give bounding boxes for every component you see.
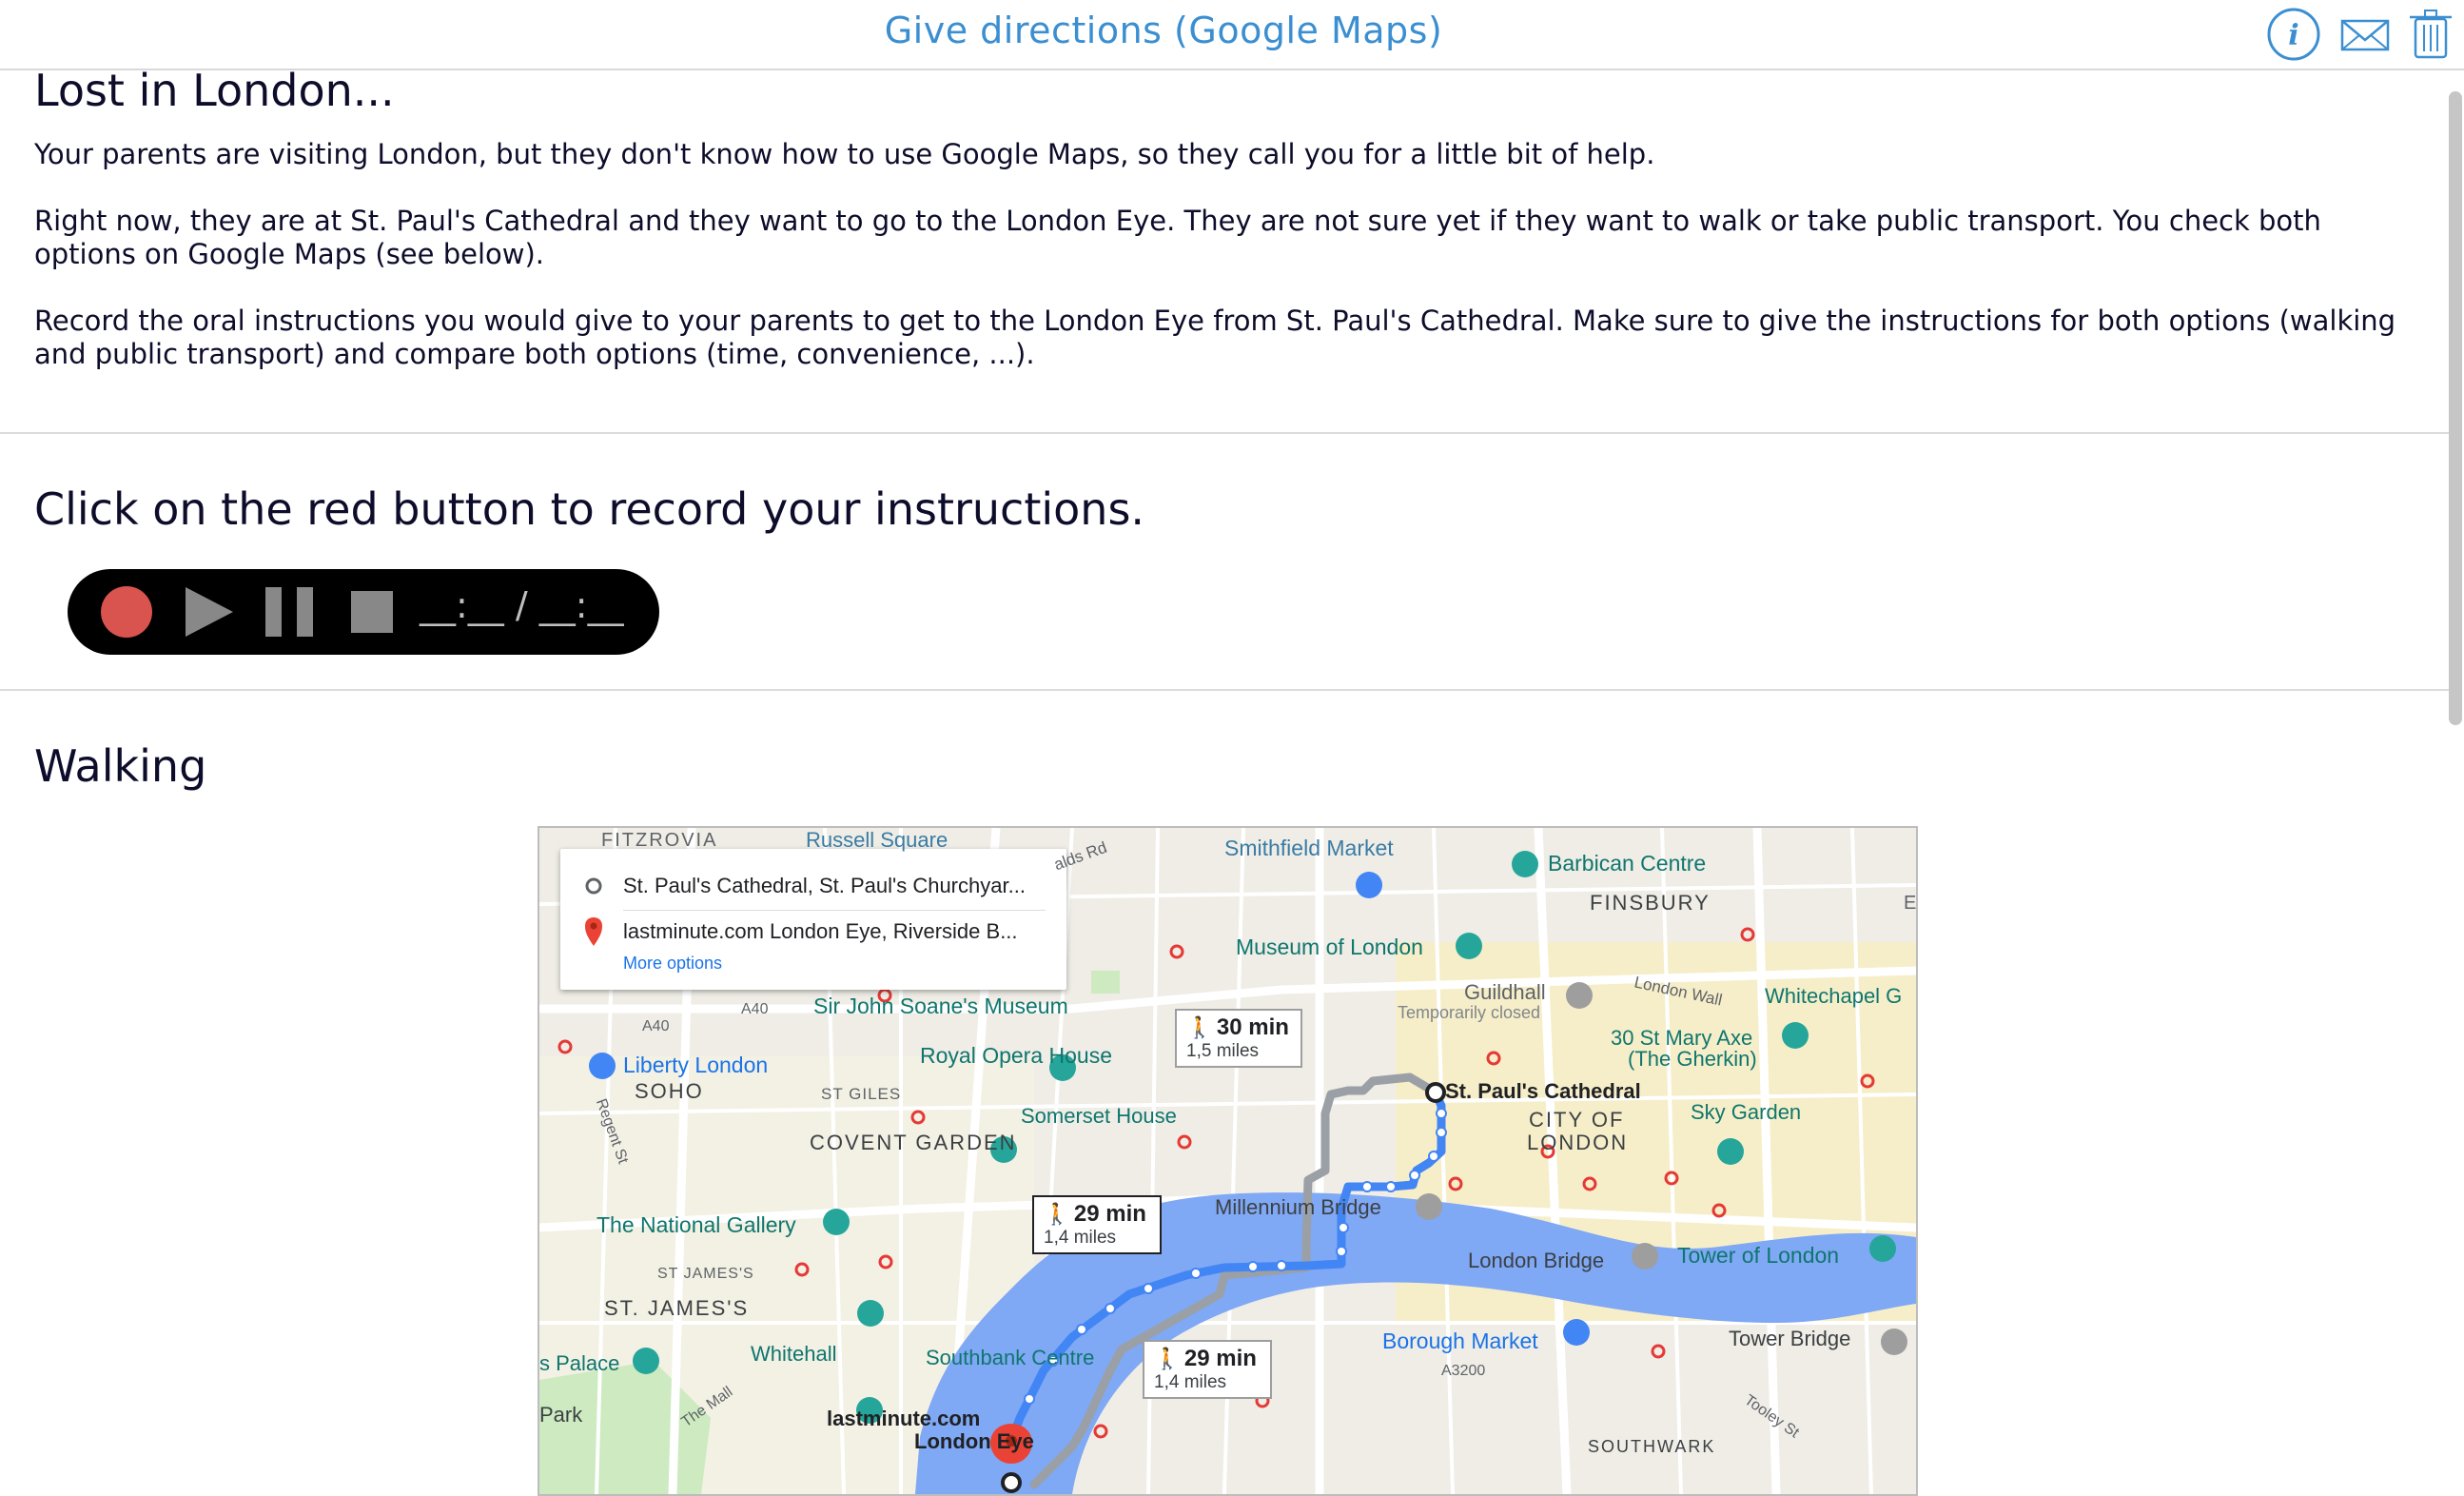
map-label: SOHO [635, 1079, 704, 1103]
route-time: 29 min [1073, 1201, 1146, 1227]
play-icon[interactable] [182, 585, 235, 639]
info-icon[interactable]: i [2265, 6, 2322, 63]
map-label: A40 [741, 1001, 769, 1017]
destination-pin-icon [585, 917, 602, 946]
map-label: Royal Opera House [920, 1043, 1112, 1068]
map-label: Whitechapel G [1765, 984, 1903, 1008]
map-label: ST. JAMES'S [604, 1296, 750, 1320]
divider [0, 689, 2454, 691]
intro-paragraph-1: Your parents are visiting London, but th… [34, 138, 1655, 171]
mail-icon[interactable] [2337, 6, 2394, 63]
walk-icon: 🚶 [1154, 1347, 1181, 1370]
route-time: 30 min [1216, 1014, 1289, 1040]
walk-icon: 🚶 [1044, 1202, 1070, 1226]
audio-recorder: __:__ / __:__ [68, 569, 659, 655]
intro-section: Lost in London... Your parents are visit… [34, 65, 2413, 371]
intro-title: Lost in London... [34, 65, 395, 116]
route-callout[interactable]: 🚶 29 min 1,4 miles [1143, 1340, 1272, 1399]
map-label: Southbank Centre [926, 1346, 1095, 1369]
route-distance: 1,5 miles [1186, 1041, 1260, 1061]
directions-panel: St. Paul's Cathedral, St. Paul's Churchy… [560, 849, 1066, 990]
more-options-link[interactable]: More options [623, 954, 722, 974]
map-label: Sky Garden [1691, 1100, 1802, 1124]
intro-paragraph-2: Right now, they are at St. Paul's Cathed… [34, 205, 2321, 271]
stop-icon[interactable] [351, 591, 393, 633]
map-label: ST GILES [821, 1085, 902, 1103]
map-label: FITZROVIA [601, 830, 718, 851]
map-label: (The Gherkin) [1628, 1047, 1757, 1071]
map-label: The National Gallery [596, 1212, 796, 1237]
map-label: Park [539, 1403, 583, 1427]
route-callout[interactable]: 🚶 29 min 1,4 miles [1032, 1195, 1162, 1254]
map-label: Barbican Centre [1548, 851, 1707, 876]
map-label: Russell Square [806, 828, 948, 852]
map-label: LONDON [1527, 1131, 1629, 1154]
route-callout[interactable]: 🚶 30 min 1,5 miles [1175, 1009, 1302, 1068]
origin-field[interactable]: St. Paul's Cathedral, St. Paul's Churchy… [623, 874, 1026, 898]
map-label: ST JAMES'S [657, 1266, 754, 1282]
destination-field[interactable]: lastminute.com London Eye, Riverside B..… [623, 919, 1018, 944]
map-label: Liberty London [623, 1053, 769, 1077]
origin-icon [585, 877, 602, 895]
route-distance: 1,4 miles [1154, 1372, 1227, 1392]
walking-title: Walking [34, 740, 207, 792]
intro-paragraph-3: Record the oral instructions you would g… [34, 305, 2396, 371]
svg-text:i: i [2288, 19, 2298, 52]
map-label: Temporarily closed [1398, 1003, 1541, 1022]
map-label: Tower Bridge [1729, 1327, 1851, 1350]
app-title: Give directions (Google Maps) [884, 10, 1443, 51]
record-title: Click on the red button to record your i… [34, 483, 1145, 535]
map-label: COVENT GARDEN [810, 1131, 1017, 1154]
walking-map[interactable]: St. Paul's Cathedral, St. Paul's Churchy… [538, 826, 1918, 1496]
map-label: Smithfield Market [1224, 836, 1394, 860]
map-label: E [1904, 893, 1917, 914]
map-label: A40 [642, 1018, 670, 1034]
map-label: Guildhall [1464, 980, 1546, 1004]
time-display: __:__ / __:__ [420, 584, 624, 626]
map-label: London Bridge [1468, 1249, 1605, 1272]
top-bar: Give directions (Google Maps) i [0, 0, 2464, 70]
trash-icon[interactable] [2402, 6, 2459, 63]
map-label: Sir John Soane's Museum [813, 994, 1068, 1018]
map-label: Tower of London [1677, 1243, 1840, 1268]
map-label: Millennium Bridge [1215, 1195, 1381, 1219]
divider [0, 432, 2454, 434]
map-label: s Palace [539, 1351, 620, 1375]
map-label: Borough Market [1382, 1329, 1538, 1353]
map-label: FINSBURY [1590, 891, 1711, 915]
map-label: London Eye [914, 1429, 1034, 1453]
route-time: 29 min [1183, 1346, 1257, 1371]
map-label: Museum of London [1236, 935, 1423, 959]
map-label: Whitehall [751, 1342, 837, 1366]
route-distance: 1,4 miles [1044, 1228, 1117, 1248]
walk-icon: 🚶 [1186, 1015, 1213, 1039]
pause-icon[interactable] [264, 585, 317, 639]
scrollbar[interactable] [2449, 91, 2462, 725]
map-label: CITY OF [1529, 1108, 1625, 1132]
map-label: lastminute.com [827, 1407, 981, 1430]
map-label: SOUTHWARK [1588, 1437, 1716, 1456]
map-label: Somerset House [1021, 1104, 1177, 1128]
map-label: St. Paul's Cathedral [1445, 1079, 1641, 1103]
map-label: A3200 [1441, 1363, 1486, 1379]
record-icon[interactable] [100, 585, 153, 639]
